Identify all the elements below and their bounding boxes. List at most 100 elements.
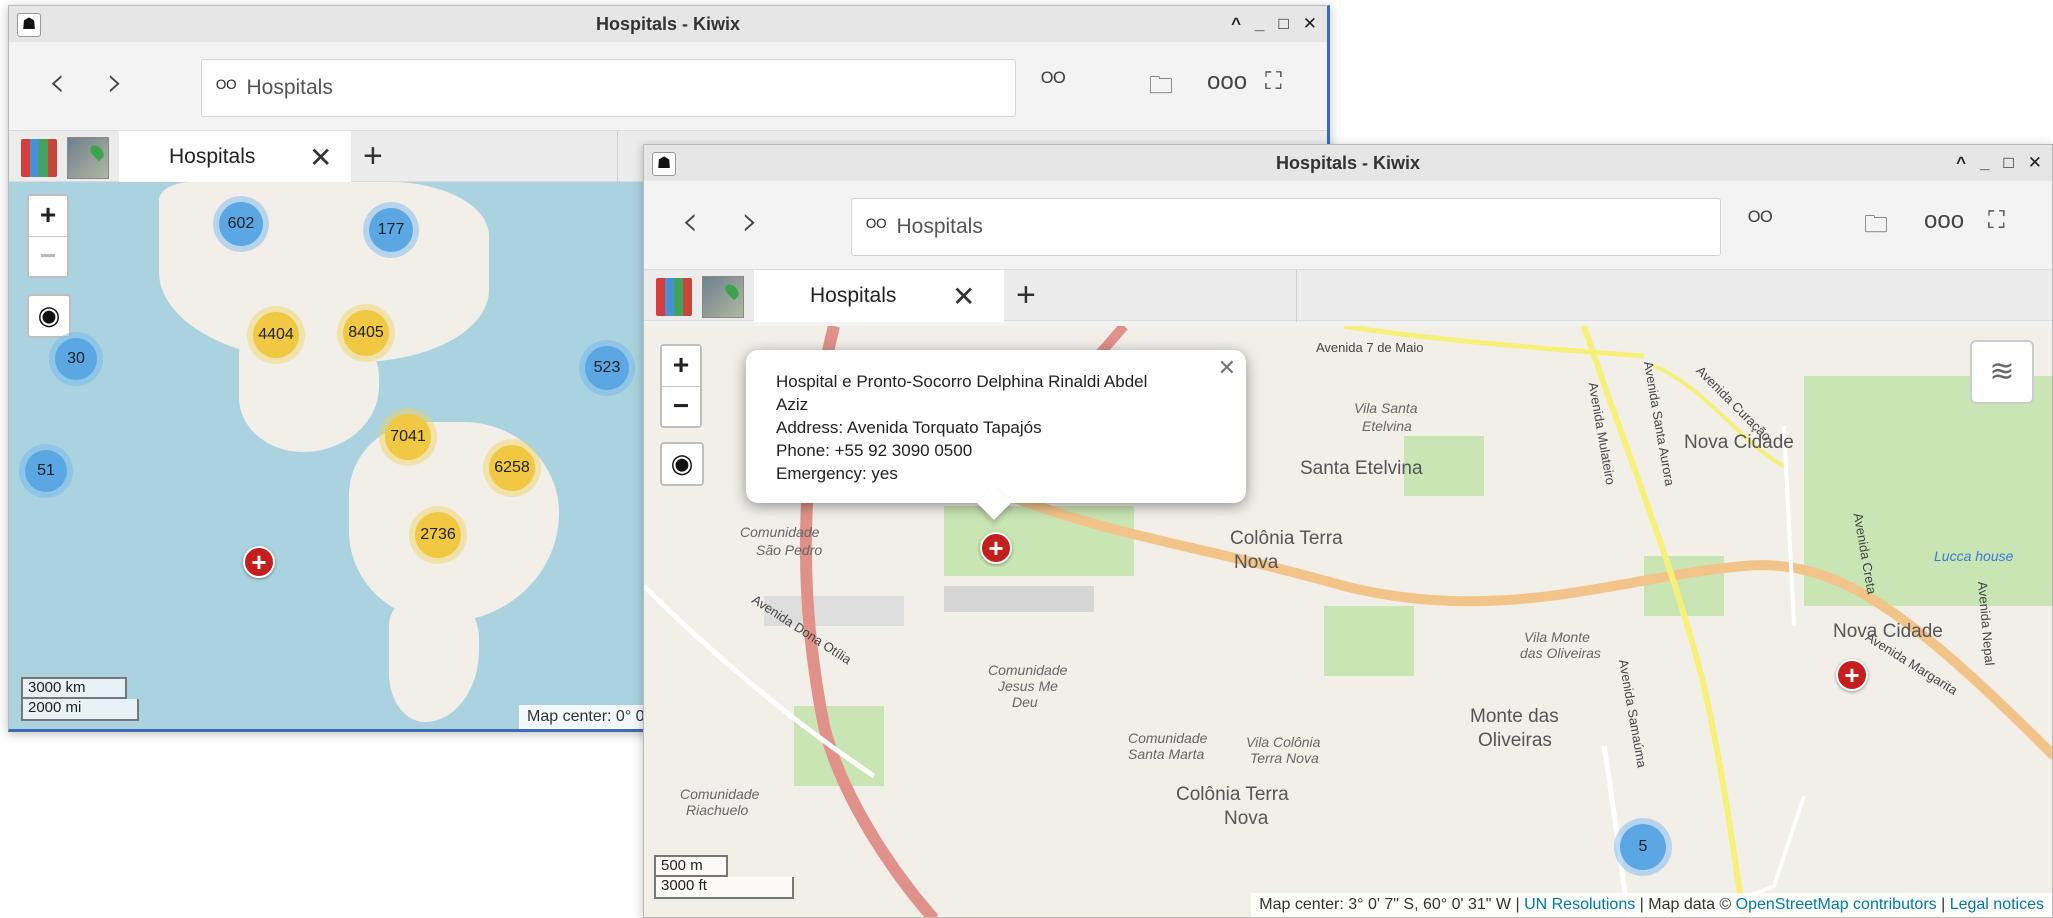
place-label: Nova Cidade <box>1833 621 1943 642</box>
new-tab-button[interactable]: + <box>1016 276 1036 315</box>
titlebar[interactable]: ☗ Hospitals - Kiwix ^ _ □ ✕ <box>9 6 1327 42</box>
tab-separator <box>1296 270 1297 322</box>
maximize-icon[interactable]: □ <box>1278 14 1288 34</box>
un-resolutions-link[interactable]: UN Resolutions <box>1524 896 1635 913</box>
minimize-icon[interactable]: _ <box>1980 153 1989 173</box>
zoom-in-button[interactable]: + <box>29 196 67 236</box>
locate-icon[interactable]: ◉ <box>29 296 69 336</box>
open-folder-icon[interactable]: 🗀 <box>1149 68 1173 109</box>
place-label: Vila Santa <box>1354 400 1418 416</box>
cluster-marker[interactable]: 4404 <box>253 312 299 358</box>
cluster-marker[interactable]: 2736 <box>415 512 461 558</box>
hospital-phone: Phone: +55 92 3090 0500 <box>776 441 973 460</box>
window-controls: ^ _ □ ✕ <box>1231 6 1317 42</box>
search-text: Hospitals <box>896 215 983 238</box>
toolbar: ‹ › ᴼᴼ Hospitals ᴼᴼ 🗀 ooo ⛶ <box>9 42 1327 130</box>
tab-close-icon[interactable]: ✕ <box>309 141 332 174</box>
place-label: das Oliveiras <box>1520 645 1601 661</box>
collapse-icon[interactable]: ^ <box>1231 14 1241 34</box>
hospital-address: Address: Avenida Torquato Tapajós <box>776 418 1042 437</box>
scale-bar-metric: 3000 km <box>21 677 127 699</box>
close-icon[interactable]: ✕ <box>1303 14 1317 34</box>
reading-glasses-icon: ᴼᴼ <box>866 215 887 238</box>
forward-button[interactable]: › <box>95 61 135 106</box>
zoom-out-button[interactable]: − <box>29 236 67 276</box>
place-label: Nova <box>1234 552 1279 573</box>
place-label: Jesus Me <box>998 678 1058 694</box>
tab-close-icon[interactable]: ✕ <box>952 280 975 313</box>
place-label: Vila Colônia <box>1246 734 1321 750</box>
search-bar[interactable]: ᴼᴼ Hospitals <box>851 198 1721 256</box>
reading-list-icon[interactable]: ᴼᴼ <box>1041 68 1066 96</box>
place-label: Colônia Terra <box>1230 528 1343 549</box>
place-label: Monte das <box>1470 706 1559 727</box>
hospital-marker[interactable]: + <box>1836 659 1868 691</box>
window-title: Hospitals - Kiwix <box>595 13 741 34</box>
scale-bar-imperial: 3000 ft <box>654 877 794 899</box>
place-label: Comunidade <box>680 786 760 802</box>
place-label: Lucca house <box>1934 548 2014 564</box>
more-options-icon[interactable]: ooo <box>1207 68 1247 96</box>
scale-bar-metric: 500 m <box>654 855 728 877</box>
cluster-marker[interactable]: 51 <box>25 450 67 492</box>
cluster-marker[interactable]: 177 <box>369 208 413 252</box>
window-title: Hospitals - Kiwix <box>1275 152 1421 173</box>
more-options-icon[interactable]: ooo <box>1924 207 1964 235</box>
fullscreen-icon[interactable]: ⛶ <box>1988 207 2005 235</box>
place-label: Deu <box>1012 694 1038 710</box>
back-button[interactable]: ‹ <box>37 61 77 106</box>
library-icon[interactable] <box>656 278 692 316</box>
zoom-out-button[interactable]: − <box>662 386 700 426</box>
cluster-marker[interactable]: 8405 <box>343 310 389 356</box>
new-tab-button[interactable]: + <box>363 137 383 176</box>
zoom-in-button[interactable]: + <box>662 346 700 386</box>
close-icon[interactable]: ✕ <box>2028 153 2042 173</box>
cluster-marker[interactable]: 602 <box>219 202 263 246</box>
library-icon[interactable] <box>21 139 57 177</box>
cluster-marker[interactable]: 523 <box>585 346 629 390</box>
place-label: Colônia Terra <box>1176 784 1289 805</box>
hospital-marker[interactable]: + <box>980 532 1012 564</box>
place-label: Santa Marta <box>1128 746 1205 762</box>
zim-file-icon <box>67 137 109 179</box>
forward-button[interactable]: › <box>730 200 770 245</box>
legal-notices-link[interactable]: Legal notices <box>1950 896 2044 913</box>
cluster-marker[interactable]: 5 <box>1620 824 1666 870</box>
popup-close-icon[interactable]: ✕ <box>1218 356 1236 379</box>
city-map[interactable]: + − ◉ ≋ Avenida 7 de Maio Avenida Curaçã… <box>644 326 2052 917</box>
maximize-icon[interactable]: □ <box>2003 153 2013 173</box>
place-label: Comunidade <box>740 524 820 540</box>
titlebar[interactable]: ☗ Hospitals - Kiwix ^ _ □ ✕ <box>644 145 2052 181</box>
map-data-text: | Map data © <box>1635 896 1736 913</box>
tab-hospitals[interactable]: Hospitals ✕ <box>754 270 1004 322</box>
locate-control: ◉ <box>27 294 71 338</box>
map-attribution: Map center: 3° 0' 7" S, 60° 0' 31" W | U… <box>1251 893 2052 917</box>
place-label: Comunidade <box>1128 730 1208 746</box>
place-label: Etelvina <box>1362 418 1412 434</box>
place-label: São Pedro <box>756 542 823 558</box>
tab-label: Hospitals <box>169 145 256 168</box>
layers-icon[interactable]: ≋ <box>1970 340 2034 404</box>
cluster-marker[interactable]: 6258 <box>489 445 535 491</box>
hospital-name-line1: Hospital e Pronto-Socorro Delphina Rinal… <box>776 372 1148 391</box>
minimize-icon[interactable]: _ <box>1255 14 1264 34</box>
reading-list-icon[interactable]: ᴼᴼ <box>1748 207 1773 235</box>
osm-contributors-link[interactable]: OpenStreetMap contributors <box>1736 896 1937 913</box>
place-label: Oliveiras <box>1478 730 1552 751</box>
fullscreen-icon[interactable]: ⛶ <box>1265 68 1282 96</box>
cluster-marker[interactable]: 7041 <box>385 414 431 460</box>
hospital-popup: ✕ Hospital e Pronto-Socorro Delphina Rin… <box>746 350 1246 520</box>
locate-icon[interactable]: ◉ <box>662 444 702 484</box>
tab-bar: Hospitals ✕ + <box>644 269 2052 322</box>
cluster-marker[interactable]: 30 <box>55 338 97 380</box>
open-folder-icon[interactable]: 🗀 <box>1864 207 1888 248</box>
window-controls: ^ _ □ ✕ <box>1956 145 2042 181</box>
tab-hospitals[interactable]: Hospitals ✕ <box>119 131 351 183</box>
map-center-text: Map center: 3° 0' 7" S, 60° 0' 31" W | <box>1259 896 1525 913</box>
place-label: Vila Monte <box>1524 629 1590 645</box>
search-bar[interactable]: ᴼᴼ Hospitals <box>201 59 1016 117</box>
collapse-icon[interactable]: ^ <box>1956 153 1966 173</box>
back-button[interactable]: ‹ <box>670 200 710 245</box>
place-label: Riachuelo <box>686 802 749 818</box>
hospital-marker[interactable]: + <box>243 546 275 578</box>
